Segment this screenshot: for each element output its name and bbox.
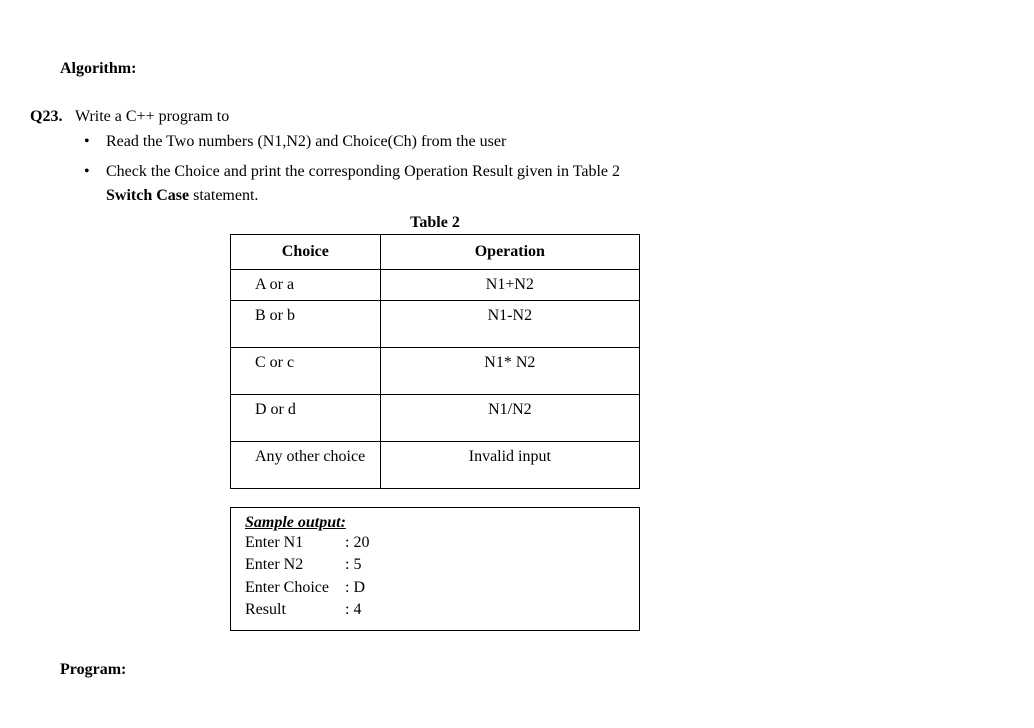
table-row: A or a N1+N2 [231, 270, 640, 301]
cell-operation: N1+N2 [380, 270, 639, 301]
sample-label: Enter N2 [245, 554, 345, 576]
sample-output-box: Sample output: Enter N1 : 20 Enter N2 : … [230, 507, 640, 631]
sample-line: Enter Choice : D [245, 577, 625, 599]
table-row: Any other choice Invalid input [231, 442, 640, 489]
table-row: B or b N1-N2 [231, 301, 640, 348]
sample-label: Enter Choice [245, 577, 345, 599]
bullet-item-2: Check the Choice and print the correspon… [78, 160, 994, 208]
sample-output-title: Sample output: [245, 514, 625, 532]
cell-operation: N1-N2 [380, 301, 639, 348]
bullet-2-bold: Switch Case [106, 187, 189, 204]
table-caption: Table 2 [230, 214, 640, 232]
cell-operation: N1* N2 [380, 348, 639, 395]
cell-choice: B or b [231, 301, 381, 348]
sample-line: Result : 4 [245, 599, 625, 621]
bullet-item-1: Read the Two numbers (N1,N2) and Choice(… [78, 130, 994, 154]
question-prompt: Write a C++ program to [75, 108, 994, 126]
header-operation: Operation [380, 235, 639, 270]
header-choice: Choice [231, 235, 381, 270]
cell-choice: Any other choice [231, 442, 381, 489]
table-row: C or c N1* N2 [231, 348, 640, 395]
sample-line: Enter N2 : 5 [245, 554, 625, 576]
question-number: Q23. [30, 108, 75, 126]
question-row: Q23. Write a C++ program to [30, 108, 994, 126]
cell-choice: C or c [231, 348, 381, 395]
sample-value: : D [345, 577, 365, 599]
table-row: D or d N1/N2 [231, 395, 640, 442]
cell-choice: A or a [231, 270, 381, 301]
cell-operation: Invalid input [380, 442, 639, 489]
operation-table: Choice Operation A or a N1+N2 B or b N1-… [230, 234, 640, 489]
sample-label: Result [245, 599, 345, 621]
program-heading: Program: [60, 661, 994, 679]
sample-value: : 4 [345, 599, 361, 621]
cell-choice: D or d [231, 395, 381, 442]
cell-operation: N1/N2 [380, 395, 639, 442]
bullet-2-text-1: Check the Choice and print the correspon… [106, 163, 620, 180]
sample-line: Enter N1 : 20 [245, 532, 625, 554]
bullet-2-text-2: statement. [189, 187, 258, 204]
bullet-list: Read the Two numbers (N1,N2) and Choice(… [78, 130, 994, 208]
sample-value: : 5 [345, 554, 361, 576]
sample-value: : 20 [345, 532, 369, 554]
sample-label: Enter N1 [245, 532, 345, 554]
algorithm-heading: Algorithm: [60, 60, 994, 78]
table-header-row: Choice Operation [231, 235, 640, 270]
